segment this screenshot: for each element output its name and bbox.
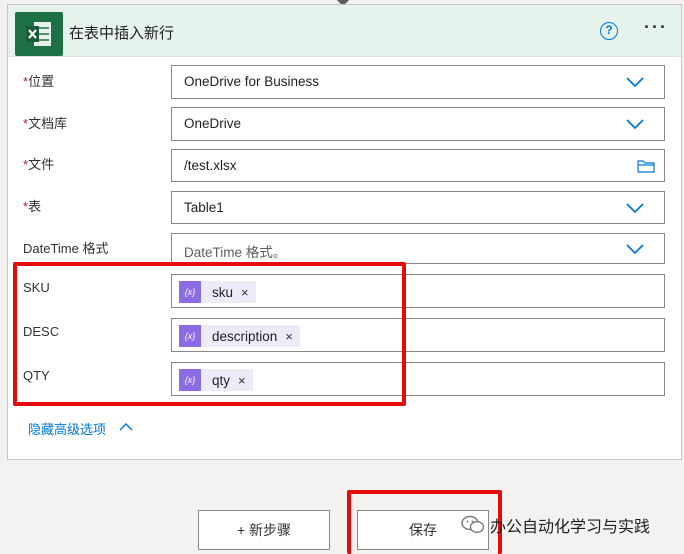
library-value: OneDrive bbox=[184, 116, 242, 131]
card-title: 在表中插入新行 bbox=[69, 25, 175, 42]
table-dropdown[interactable]: Table1 bbox=[171, 191, 665, 224]
field-label-datetime-format: DateTime 格式 bbox=[23, 241, 109, 256]
chevron-up-icon[interactable] bbox=[119, 422, 133, 431]
folder-icon[interactable] bbox=[637, 159, 655, 173]
field-label-file: *文件 bbox=[23, 157, 55, 172]
hide-advanced-options-link[interactable]: 隐藏高级选项 bbox=[28, 419, 106, 438]
datetime-format-dropdown[interactable]: DateTime 格式。 bbox=[171, 233, 665, 264]
watermark: 办公自动化学习与实践 bbox=[461, 513, 650, 537]
chevron-down-icon bbox=[626, 119, 644, 130]
wechat-icon bbox=[461, 515, 485, 534]
location-dropdown[interactable]: OneDrive for Business bbox=[171, 65, 665, 99]
field-label-location: *位置 bbox=[23, 74, 55, 89]
field-label-table: *表 bbox=[23, 199, 42, 214]
chevron-down-icon bbox=[626, 203, 644, 214]
excel-icon bbox=[15, 12, 63, 56]
chevron-down-icon bbox=[626, 77, 644, 88]
file-value: /test.xlsx bbox=[184, 158, 237, 173]
field-label-library: *文档库 bbox=[23, 116, 68, 131]
more-options-icon[interactable]: ··· bbox=[644, 17, 668, 38]
chevron-down-icon bbox=[626, 244, 644, 255]
card-header[interactable]: 在表中插入新行 ? ··· bbox=[8, 5, 681, 57]
file-input[interactable]: /test.xlsx bbox=[171, 149, 665, 182]
watermark-text: 办公自动化学习与实践 bbox=[490, 519, 651, 536]
help-icon[interactable]: ? bbox=[600, 22, 618, 40]
highlight-box bbox=[13, 262, 406, 406]
new-step-button[interactable]: + 新步骤 bbox=[198, 510, 330, 550]
table-value: Table1 bbox=[184, 200, 224, 215]
datetime-format-placeholder: DateTime 格式。 bbox=[184, 245, 287, 260]
location-value: OneDrive for Business bbox=[184, 74, 320, 89]
library-dropdown[interactable]: OneDrive bbox=[171, 107, 665, 141]
